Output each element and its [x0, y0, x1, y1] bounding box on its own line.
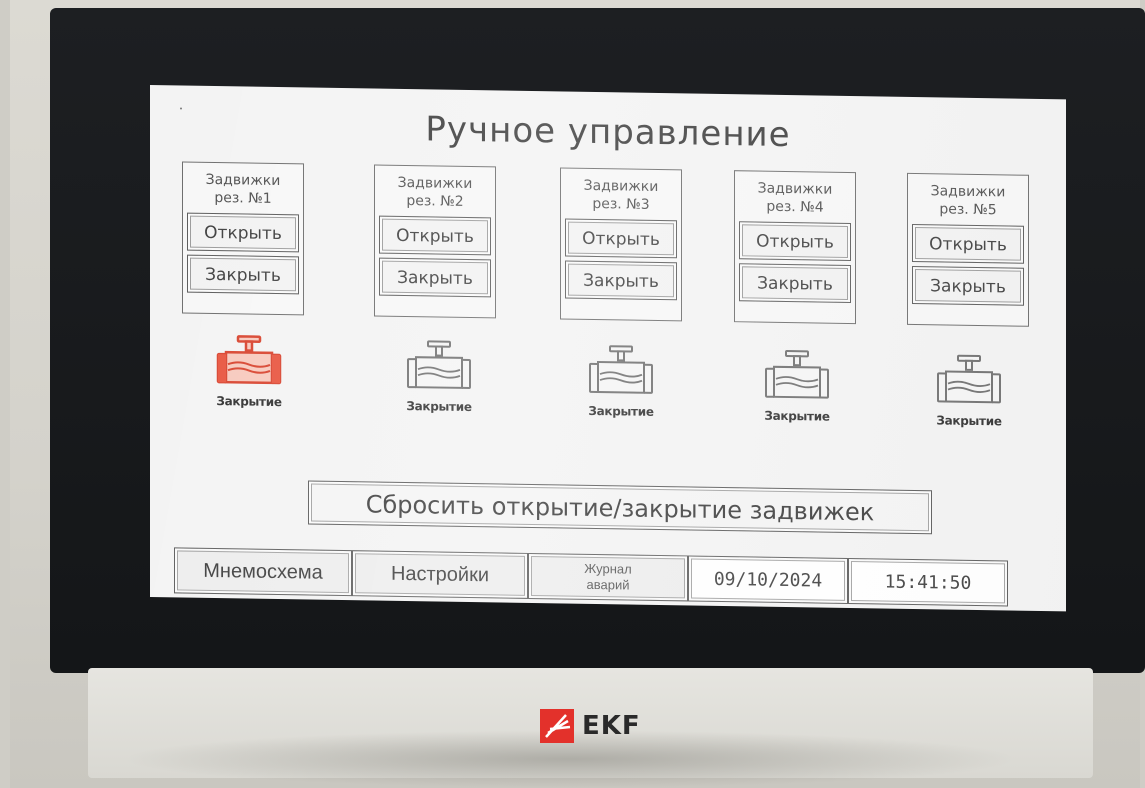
valve-status-2: Закрытие — [406, 399, 472, 415]
hmi-screen: Ручное управление Задвижки рез. №1 Откры… — [150, 85, 1066, 612]
gate-title-line2: рез. №3 — [592, 195, 650, 213]
nav-mnemo-button[interactable]: Мнемосхема — [174, 547, 352, 597]
valve-status-3: Закрытие — [588, 403, 654, 419]
valve-status-4: Закрытие — [764, 408, 830, 424]
nav-settings-button[interactable]: Настройки — [352, 550, 528, 599]
gate-title-3: Задвижки рез. №3 — [561, 176, 681, 216]
valve-status-1: Закрытие — [216, 394, 282, 410]
date-display: 09/10/2024 — [688, 555, 848, 604]
reset-gates-button[interactable]: Сбросить открытие/закрытие задвижек — [308, 480, 932, 535]
close-button-5[interactable]: Закрыть — [912, 265, 1024, 306]
gate-title-line1: Задвижки — [930, 183, 1006, 201]
valve-icon — [216, 335, 282, 385]
valve-icon — [407, 340, 471, 390]
brand-name: EKF — [582, 711, 641, 741]
gate-title-line1: Задвижки — [205, 171, 281, 190]
gate-title-line2: рез. №4 — [766, 198, 824, 216]
gate-card-3: Задвижки рез. №3 Открыть Закрыть — [560, 167, 682, 322]
open-button-4[interactable]: Открыть — [739, 221, 851, 262]
gate-card-4: Задвижки рез. №4 Открыть Закрыть — [734, 170, 856, 325]
alarm-log-line2: аварий — [586, 576, 630, 593]
open-button-3[interactable]: Открыть — [565, 218, 677, 259]
gate-title-line1: Задвижки — [583, 177, 659, 195]
brand-logo: EKF — [540, 706, 641, 746]
gate-title-5: Задвижки рез. №5 — [908, 182, 1028, 222]
gate-card-5: Задвижки рез. №5 Открыть Закрыть — [907, 172, 1029, 327]
open-button-2[interactable]: Открыть — [379, 215, 491, 256]
close-button-3[interactable]: Закрыть — [565, 260, 677, 301]
gate-title-line1: Задвижки — [397, 174, 473, 193]
gate-title-line2: рез. №1 — [214, 190, 272, 207]
page-title: Ручное управление — [425, 109, 791, 156]
ekf-logo-mark-icon — [540, 709, 574, 743]
gate-title-2: Задвижки рез. №2 — [375, 174, 495, 214]
close-button-2[interactable]: Закрыть — [379, 257, 491, 298]
valve-status-5: Закрытие — [936, 413, 1002, 429]
close-button-1[interactable]: Закрыть — [187, 254, 299, 295]
gate-title-line2: рез. №5 — [939, 201, 997, 219]
gate-title-1: Задвижки рез. №1 — [183, 171, 303, 211]
gate-title-line1: Задвижки — [757, 180, 833, 198]
gate-title-4: Задвижки рез. №4 — [735, 179, 855, 219]
alarm-log-line1: Журнал — [584, 560, 632, 577]
open-button-5[interactable]: Открыть — [912, 223, 1024, 264]
open-button-1[interactable]: Открыть — [187, 212, 299, 253]
nav-alarm-log-button[interactable]: Журнал аварий — [528, 552, 688, 602]
valve-icon — [765, 350, 829, 399]
valve-icon — [589, 345, 653, 394]
time-display: 15:41:50 — [848, 557, 1008, 607]
gate-card-1: Задвижки рез. №1 Открыть Закрыть — [182, 161, 304, 316]
valve-icon — [937, 354, 1001, 404]
gate-card-2: Задвижки рез. №2 Открыть Закрыть — [374, 164, 496, 319]
close-button-4[interactable]: Закрыть — [739, 263, 851, 304]
gate-title-line2: рез. №2 — [406, 193, 464, 210]
